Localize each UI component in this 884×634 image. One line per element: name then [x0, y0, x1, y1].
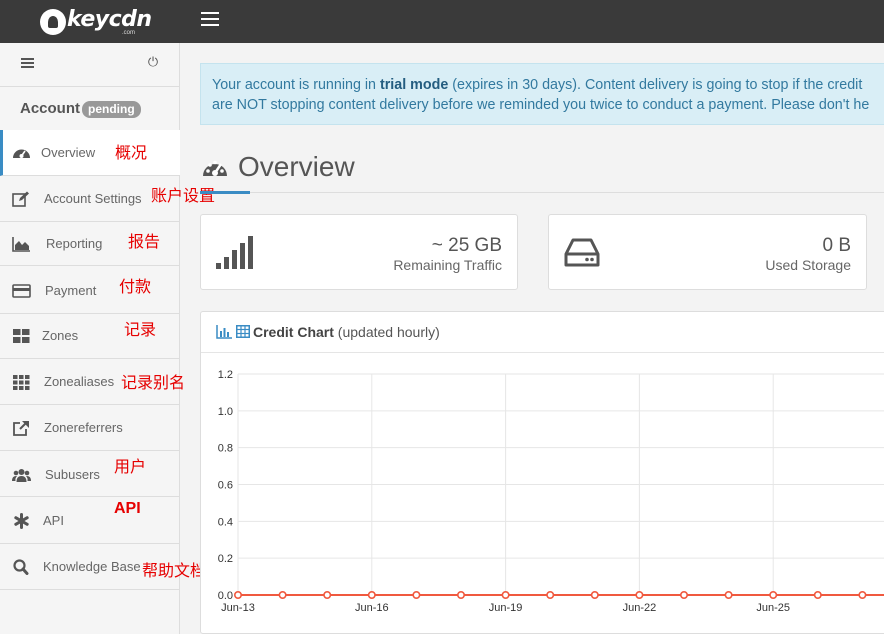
- data-point: [323, 591, 332, 600]
- sidebar-item-label: API: [43, 513, 64, 528]
- sidebar-item-annotation: 报告: [128, 232, 161, 251]
- data-point: [724, 591, 733, 600]
- y-tick-label: 0.8: [218, 443, 233, 455]
- sidebar-item-zonealiases[interactable]: Zonealiases 记录别名: [0, 359, 185, 405]
- storage-label: Used Storage: [765, 257, 851, 273]
- edit-icon: [12, 191, 31, 207]
- sidebar: ⏻ Account pending Overview 概况 Account Sett…: [0, 43, 215, 634]
- sidebar-item-annotation: 记录别名: [121, 373, 186, 392]
- bar-chart-icon[interactable]: [216, 325, 232, 339]
- sidebar-item-label: Zonealiases: [44, 374, 115, 389]
- x-tick-label: Jun-25: [756, 602, 790, 614]
- data-point: [278, 591, 287, 600]
- sidebar-item-label: Knowledge Base: [43, 559, 141, 574]
- y-tick-label: 1.0: [218, 406, 233, 418]
- data-point: [233, 591, 242, 600]
- data-point: [858, 591, 867, 600]
- sidebar-item-annotation: 记录: [124, 320, 157, 339]
- grid-small-icon: [12, 374, 31, 390]
- sidebar-item-overview[interactable]: Overview 概况: [0, 130, 180, 176]
- sidebar-toolbar: ⏻: [0, 43, 179, 87]
- y-tick-label: 0.2: [218, 553, 233, 565]
- top-bar: keycdn .com: [0, 0, 884, 43]
- sidebar-item-annotation: 概况: [115, 143, 148, 162]
- chart-title: Credit Chart (updated hourly): [253, 324, 440, 340]
- data-point: [456, 591, 465, 600]
- area-chart-icon: [12, 236, 31, 252]
- used-storage-card: 0 B Used Storage: [548, 214, 867, 290]
- sidebar-item-label: Subusers: [45, 467, 100, 482]
- sidebar-item-annotation: API: [114, 500, 141, 517]
- chart-header: Credit Chart (updated hourly): [201, 312, 884, 353]
- alert-line-2: are NOT stopping content delivery before…: [212, 97, 870, 113]
- power-icon[interactable]: ⏻: [146, 56, 160, 70]
- storage-value: 0 B: [822, 235, 851, 256]
- status-badge: pending: [82, 101, 141, 118]
- menu-icon[interactable]: [201, 12, 219, 28]
- title-underline: [200, 191, 250, 194]
- dashboard-icon: [12, 145, 31, 161]
- data-point: [546, 591, 555, 600]
- data-point: [501, 591, 510, 600]
- logo-text: keycdn: [67, 7, 152, 32]
- y-tick-label: 1.2: [218, 369, 233, 381]
- data-point: [679, 591, 688, 600]
- y-tick-label: 0.4: [218, 516, 233, 528]
- sidebar-item-label: Overview: [41, 145, 96, 160]
- external-link-icon: [12, 420, 31, 436]
- alert-line-1: Your account is running in trial mode (e…: [212, 77, 863, 93]
- sidebar-item-annotation: 付款: [119, 277, 152, 296]
- sidebar-item-label: Payment: [45, 283, 97, 298]
- sidebar-item-account-settings[interactable]: Account Settings 账户设置: [0, 175, 215, 222]
- x-tick-label: Jun-22: [623, 602, 657, 614]
- trial-alert: Your account is running in trial mode (e…: [200, 63, 884, 125]
- keyhole-icon: [40, 9, 66, 35]
- page-title: Overview: [238, 151, 355, 182]
- data-point: [367, 591, 376, 600]
- credit-chart-panel: Credit Chart (updated hourly) 0.0 0.2 0.4 0…: [200, 311, 884, 634]
- sidebar-item-label: Zonereferrers: [44, 420, 123, 435]
- y-tick-label: 0.0: [218, 590, 233, 602]
- credit-chart: 0.0 0.2 0.4 0.6 0.8 1.0 1.2 Jun-13 Jun-16 Jun-19 J…: [218, 369, 884, 614]
- sidebar-item-payment[interactable]: Payment 付款: [0, 268, 180, 314]
- sidebar-item-label: Reporting: [46, 236, 103, 251]
- account-status: Account pending: [0, 87, 179, 131]
- sidebar-item-zonereferrers[interactable]: Zonereferrers: [0, 405, 180, 451]
- credit-card-icon: [12, 283, 31, 299]
- sidebar-item-zones[interactable]: Zones 记录: [0, 313, 180, 359]
- logo-subtext: .com: [122, 30, 136, 36]
- data-point: [590, 591, 599, 600]
- sidebar-collapse-icon[interactable]: [21, 58, 34, 69]
- sidebar-item-label: Zones: [42, 328, 79, 343]
- hard-drive-icon: [564, 238, 600, 267]
- traffic-value: ~ 25 GB: [431, 235, 502, 256]
- data-point: [412, 591, 421, 600]
- traffic-label: Remaining Traffic: [393, 257, 502, 273]
- data-point: [813, 591, 822, 600]
- sidebar-item-annotation: 用户: [114, 457, 147, 476]
- sidebar-item-api[interactable]: API API: [0, 498, 180, 544]
- remaining-traffic-card: ~ 25 GB Remaining Traffic: [200, 214, 518, 290]
- dashboard-icon: [203, 160, 227, 176]
- sidebar-item-subusers[interactable]: Subusers 用户: [0, 452, 180, 497]
- account-label: Account: [20, 100, 80, 117]
- table-icon[interactable]: [236, 325, 250, 338]
- users-icon: [12, 467, 31, 483]
- search-icon: [12, 559, 31, 575]
- signal-bars-icon: [216, 236, 253, 269]
- x-tick-label: Jun-19: [489, 602, 523, 614]
- sidebar-item-label: Account Settings: [44, 191, 142, 206]
- data-point: [635, 591, 644, 600]
- grid-large-icon: [12, 328, 31, 344]
- main-content: Your account is running in trial mode (e…: [180, 43, 884, 634]
- sidebar-item-reporting[interactable]: Reporting 报告: [0, 221, 180, 266]
- page-header: Overview: [200, 151, 884, 194]
- data-point: [769, 591, 778, 600]
- sidebar-item-knowledge-base[interactable]: Knowledge Base 帮助文档: [0, 544, 206, 590]
- x-tick-label: Jun-13: [221, 602, 255, 614]
- x-tick-label: Jun-16: [355, 602, 389, 614]
- asterisk-icon: [12, 513, 31, 529]
- keycdn-logo[interactable]: keycdn .com: [40, 6, 152, 38]
- y-tick-label: 0.6: [218, 480, 233, 492]
